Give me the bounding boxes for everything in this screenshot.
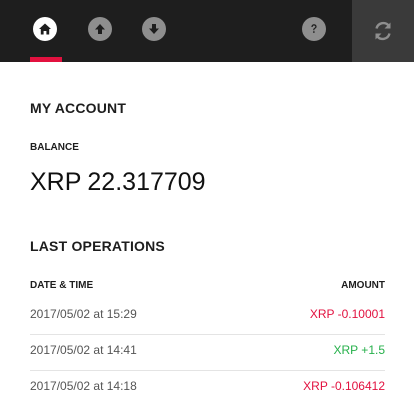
home-icon[interactable] [33, 17, 57, 41]
active-tab-indicator [30, 57, 62, 62]
download-icon[interactable] [142, 17, 166, 41]
operation-datetime: 2017/05/02 at 14:18 [30, 379, 137, 393]
top-nav-bar [0, 0, 414, 62]
table-row[interactable]: 2017/05/02 at 15:29 XRP -0.10001 [30, 299, 385, 335]
operation-datetime: 2017/05/02 at 15:29 [30, 307, 137, 321]
balance-amount: 22.317709 [87, 168, 206, 196]
refresh-button[interactable] [352, 0, 414, 62]
upload-icon[interactable] [88, 17, 112, 41]
operation-datetime: 2017/05/02 at 14:41 [30, 343, 137, 357]
operation-amount: XRP -0.10001 [309, 307, 385, 321]
table-row[interactable]: 2017/05/02 at 14:18 XRP -0.106412 [30, 371, 385, 406]
column-header-amount: AMOUNT [341, 280, 385, 291]
my-account-title: MY ACCOUNT [30, 100, 127, 116]
last-operations-title: LAST OPERATIONS [30, 238, 165, 254]
operation-amount: XRP -0.106412 [303, 379, 385, 393]
balance-currency: XRP [30, 168, 82, 196]
column-header-datetime: DATE & TIME [30, 280, 94, 291]
operation-amount: XRP +1.5 [333, 343, 385, 357]
help-icon[interactable] [302, 17, 326, 41]
table-row[interactable]: 2017/05/02 at 14:41 XRP +1.5 [30, 335, 385, 371]
refresh-icon [375, 21, 391, 41]
balance-display: XRP 22.317709 [30, 168, 206, 197]
balance-label: BALANCE [30, 142, 79, 153]
